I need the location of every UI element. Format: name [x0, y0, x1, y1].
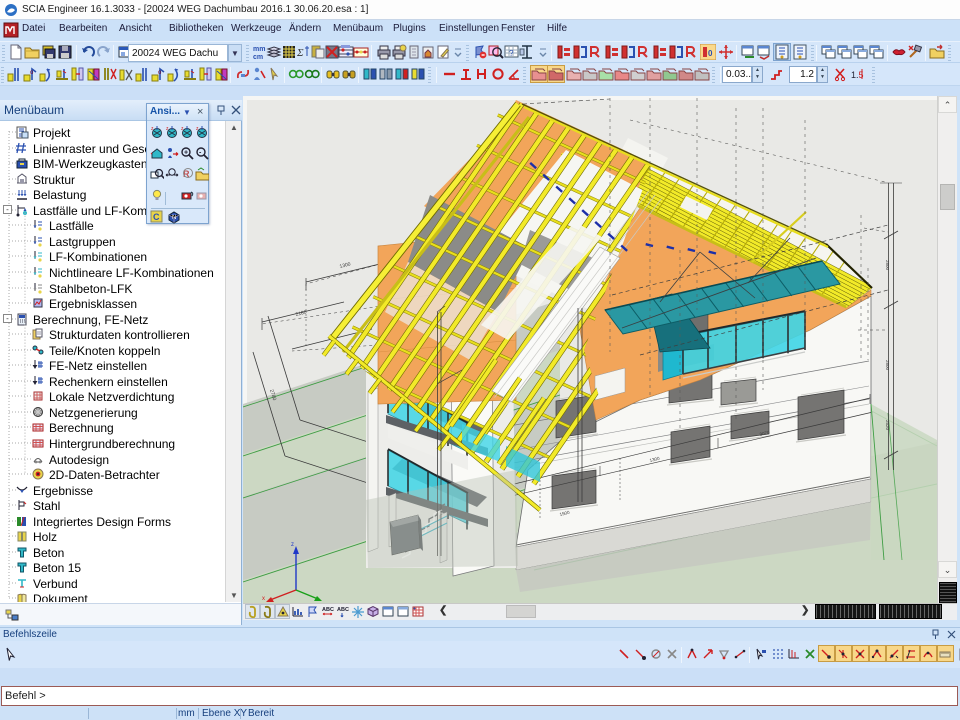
- svg-text:N: N: [172, 215, 176, 221]
- svg-text:ABC: ABC: [337, 607, 349, 613]
- svg-text:?: ?: [509, 49, 514, 58]
- svg-text:2800: 2800: [885, 260, 890, 271]
- svg-text:2800: 2800: [885, 360, 890, 371]
- svg-text:2520: 2520: [885, 420, 890, 431]
- svg-text:Σ: Σ: [296, 47, 304, 59]
- svg-text:0: 0: [708, 49, 713, 58]
- svg-text:x: x: [262, 596, 265, 602]
- svg-text:mm: mm: [253, 46, 265, 53]
- svg-text:+: +: [184, 150, 188, 157]
- svg-text:ABC: ABC: [322, 607, 334, 613]
- svg-text:cm: cm: [253, 54, 263, 60]
- svg-text:C: C: [153, 212, 160, 222]
- svg-text:z: z: [291, 542, 294, 548]
